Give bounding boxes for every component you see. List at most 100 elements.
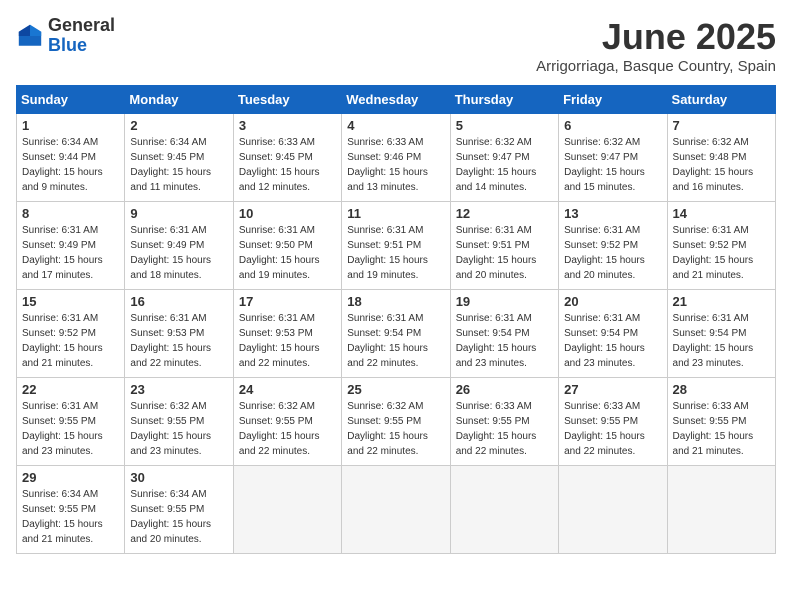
table-row: 13 Sunrise: 6:31 AM Sunset: 9:52 PM Dayl… <box>559 202 667 290</box>
sunrise: Sunrise: 6:31 AM <box>456 225 532 236</box>
day-number: 2 <box>130 118 227 133</box>
day-number: 18 <box>347 294 444 309</box>
day-info: Sunrise: 6:33 AM Sunset: 9:55 PM Dayligh… <box>673 399 770 459</box>
sunset: Sunset: 9:45 PM <box>239 152 313 163</box>
table-row: 3 Sunrise: 6:33 AM Sunset: 9:45 PM Dayli… <box>233 114 341 202</box>
sunrise: Sunrise: 6:31 AM <box>239 313 315 324</box>
daylight: Daylight: 15 hours and 20 minutes. <box>130 519 211 545</box>
col-sunday: Sunday <box>17 86 125 114</box>
sunset: Sunset: 9:49 PM <box>130 240 204 251</box>
day-number: 4 <box>347 118 444 133</box>
logo-icon <box>16 22 44 50</box>
daylight: Daylight: 15 hours and 22 minutes. <box>239 431 320 457</box>
day-number: 3 <box>239 118 336 133</box>
page-header: General Blue June 2025 Arrigorriaga, Bas… <box>16 16 776 75</box>
week-row-4: 22 Sunrise: 6:31 AM Sunset: 9:55 PM Dayl… <box>17 378 776 466</box>
sunset: Sunset: 9:55 PM <box>564 416 638 427</box>
sunrise: Sunrise: 6:32 AM <box>564 137 640 148</box>
sunset: Sunset: 9:55 PM <box>347 416 421 427</box>
daylight: Daylight: 15 hours and 23 minutes. <box>22 431 103 457</box>
day-info: Sunrise: 6:31 AM Sunset: 9:53 PM Dayligh… <box>239 311 336 371</box>
sunrise: Sunrise: 6:33 AM <box>347 137 423 148</box>
daylight: Daylight: 15 hours and 20 minutes. <box>564 255 645 281</box>
week-row-3: 15 Sunrise: 6:31 AM Sunset: 9:52 PM Dayl… <box>17 290 776 378</box>
day-number: 7 <box>673 118 770 133</box>
sunset: Sunset: 9:51 PM <box>456 240 530 251</box>
table-row: 18 Sunrise: 6:31 AM Sunset: 9:54 PM Dayl… <box>342 290 450 378</box>
col-saturday: Saturday <box>667 86 775 114</box>
table-row: 29 Sunrise: 6:34 AM Sunset: 9:55 PM Dayl… <box>17 466 125 554</box>
day-number: 5 <box>456 118 553 133</box>
sunrise: Sunrise: 6:31 AM <box>564 313 640 324</box>
day-number: 25 <box>347 382 444 397</box>
day-number: 26 <box>456 382 553 397</box>
day-info: Sunrise: 6:32 AM Sunset: 9:47 PM Dayligh… <box>456 135 553 195</box>
logo-general: General <box>48 16 115 36</box>
day-number: 28 <box>673 382 770 397</box>
sunset: Sunset: 9:55 PM <box>130 504 204 515</box>
sunrise: Sunrise: 6:34 AM <box>130 137 206 148</box>
daylight: Daylight: 15 hours and 22 minutes. <box>347 343 428 369</box>
table-row: 25 Sunrise: 6:32 AM Sunset: 9:55 PM Dayl… <box>342 378 450 466</box>
sunrise: Sunrise: 6:32 AM <box>456 137 532 148</box>
sunrise: Sunrise: 6:31 AM <box>673 313 749 324</box>
day-info: Sunrise: 6:31 AM Sunset: 9:54 PM Dayligh… <box>347 311 444 371</box>
table-row <box>342 466 450 554</box>
day-info: Sunrise: 6:33 AM Sunset: 9:55 PM Dayligh… <box>456 399 553 459</box>
col-thursday: Thursday <box>450 86 558 114</box>
day-info: Sunrise: 6:31 AM Sunset: 9:54 PM Dayligh… <box>564 311 661 371</box>
table-row: 9 Sunrise: 6:31 AM Sunset: 9:49 PM Dayli… <box>125 202 233 290</box>
sunrise: Sunrise: 6:31 AM <box>239 225 315 236</box>
daylight: Daylight: 15 hours and 14 minutes. <box>456 167 537 193</box>
day-number: 17 <box>239 294 336 309</box>
daylight: Daylight: 15 hours and 19 minutes. <box>239 255 320 281</box>
sunset: Sunset: 9:55 PM <box>130 416 204 427</box>
day-number: 11 <box>347 206 444 221</box>
day-number: 27 <box>564 382 661 397</box>
sunset: Sunset: 9:54 PM <box>456 328 530 339</box>
sunset: Sunset: 9:54 PM <box>347 328 421 339</box>
day-number: 29 <box>22 470 119 485</box>
col-tuesday: Tuesday <box>233 86 341 114</box>
sunrise: Sunrise: 6:34 AM <box>22 137 98 148</box>
day-number: 19 <box>456 294 553 309</box>
table-row <box>233 466 341 554</box>
daylight: Daylight: 15 hours and 21 minutes. <box>22 519 103 545</box>
sunrise: Sunrise: 6:32 AM <box>347 401 423 412</box>
sunset: Sunset: 9:53 PM <box>130 328 204 339</box>
daylight: Daylight: 15 hours and 21 minutes. <box>673 431 754 457</box>
daylight: Daylight: 15 hours and 23 minutes. <box>456 343 537 369</box>
daylight: Daylight: 15 hours and 22 minutes. <box>456 431 537 457</box>
table-row: 5 Sunrise: 6:32 AM Sunset: 9:47 PM Dayli… <box>450 114 558 202</box>
day-number: 1 <box>22 118 119 133</box>
table-row: 15 Sunrise: 6:31 AM Sunset: 9:52 PM Dayl… <box>17 290 125 378</box>
day-number: 10 <box>239 206 336 221</box>
daylight: Daylight: 15 hours and 17 minutes. <box>22 255 103 281</box>
sunrise: Sunrise: 6:34 AM <box>22 489 98 500</box>
sunset: Sunset: 9:52 PM <box>22 328 96 339</box>
table-row: 23 Sunrise: 6:32 AM Sunset: 9:55 PM Dayl… <box>125 378 233 466</box>
table-row: 24 Sunrise: 6:32 AM Sunset: 9:55 PM Dayl… <box>233 378 341 466</box>
sunrise: Sunrise: 6:31 AM <box>347 313 423 324</box>
table-row: 7 Sunrise: 6:32 AM Sunset: 9:48 PM Dayli… <box>667 114 775 202</box>
daylight: Daylight: 15 hours and 23 minutes. <box>130 431 211 457</box>
day-number: 24 <box>239 382 336 397</box>
table-row: 30 Sunrise: 6:34 AM Sunset: 9:55 PM Dayl… <box>125 466 233 554</box>
daylight: Daylight: 15 hours and 23 minutes. <box>673 343 754 369</box>
col-wednesday: Wednesday <box>342 86 450 114</box>
daylight: Daylight: 15 hours and 21 minutes. <box>673 255 754 281</box>
daylight: Daylight: 15 hours and 11 minutes. <box>130 167 211 193</box>
sunrise: Sunrise: 6:34 AM <box>130 489 206 500</box>
sunset: Sunset: 9:50 PM <box>239 240 313 251</box>
day-number: 16 <box>130 294 227 309</box>
sunset: Sunset: 9:45 PM <box>130 152 204 163</box>
day-info: Sunrise: 6:31 AM Sunset: 9:52 PM Dayligh… <box>564 223 661 283</box>
daylight: Daylight: 15 hours and 9 minutes. <box>22 167 103 193</box>
sunrise: Sunrise: 6:33 AM <box>239 137 315 148</box>
day-number: 12 <box>456 206 553 221</box>
day-info: Sunrise: 6:32 AM Sunset: 9:55 PM Dayligh… <box>239 399 336 459</box>
sunset: Sunset: 9:44 PM <box>22 152 96 163</box>
sunrise: Sunrise: 6:31 AM <box>564 225 640 236</box>
day-info: Sunrise: 6:32 AM Sunset: 9:47 PM Dayligh… <box>564 135 661 195</box>
sunset: Sunset: 9:54 PM <box>673 328 747 339</box>
